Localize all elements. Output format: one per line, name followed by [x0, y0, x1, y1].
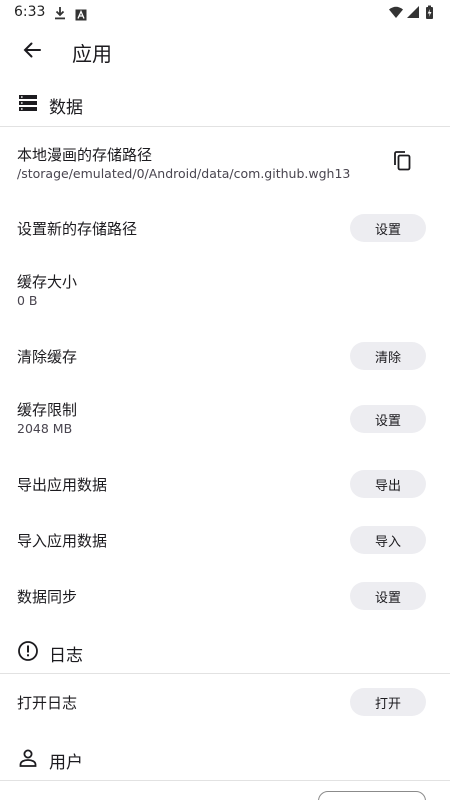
setting-import-data: 导入应用数据 导入 [0, 520, 450, 560]
data-sync-button[interactable]: 设置 [350, 582, 426, 610]
import-data-button[interactable]: 导入 [350, 526, 426, 554]
app-bar: 应用 [0, 26, 450, 78]
divider [0, 780, 450, 781]
setting-cache-limit: 缓存限制 2048 MB 设置 [0, 392, 450, 444]
status-icons [388, 5, 436, 25]
setting-cache-size: 缓存大小 0 B [0, 264, 450, 316]
setting-title: 导入应用数据 [17, 532, 108, 550]
section-header-user: 用户 [0, 737, 450, 781]
battery-icon [426, 5, 433, 19]
partial-outlined-button[interactable] [318, 791, 426, 800]
setting-value: /storage/emulated/0/Android/data/com.git… [17, 166, 351, 181]
setting-title: 数据同步 [17, 588, 78, 606]
setting-clear-cache: 清除缓存 清除 [0, 336, 450, 376]
a-box-icon [75, 6, 87, 25]
clear-cache-button[interactable]: 清除 [350, 342, 426, 370]
setting-value: 0 B [17, 293, 38, 308]
setting-title: 导出应用数据 [17, 476, 108, 494]
storage-icon [17, 92, 39, 114]
signal-icon [407, 6, 419, 18]
setting-title: 清除缓存 [17, 348, 78, 366]
section-title: 日志 [49, 646, 83, 666]
setting-title: 本地漫画的存储路径 [17, 146, 153, 164]
setting-open-log: 打开日志 打开 [0, 682, 450, 722]
back-button[interactable] [16, 36, 48, 68]
export-data-button[interactable]: 导出 [350, 470, 426, 498]
page-title: 应用 [72, 42, 112, 66]
setting-title: 缓存大小 [17, 273, 78, 291]
setting-value: 2048 MB [17, 421, 73, 436]
section-title: 用户 [49, 753, 83, 773]
section-header-log: 日志 [0, 630, 450, 674]
set-storage-path-button[interactable]: 设置 [350, 214, 426, 242]
divider [0, 126, 450, 127]
setting-export-data: 导出应用数据 导出 [0, 464, 450, 504]
download-icon [54, 5, 66, 24]
arrow-left-icon [22, 40, 42, 64]
setting-title: 缓存限制 [17, 401, 78, 419]
status-bar: 6:33 [0, 0, 450, 26]
setting-title: 打开日志 [17, 694, 78, 712]
wifi-icon [389, 6, 403, 18]
divider [0, 673, 450, 674]
setting-title: 设置新的存储路径 [17, 220, 138, 238]
section-header-data: 数据 [0, 82, 450, 126]
error-outline-icon [17, 640, 39, 662]
copy-icon [391, 150, 413, 176]
copy-button[interactable] [388, 149, 416, 177]
section-title: 数据 [49, 98, 83, 118]
setting-new-storage-path: 设置新的存储路径 设置 [0, 208, 450, 248]
setting-data-sync: 数据同步 设置 [0, 576, 450, 616]
open-log-button[interactable]: 打开 [350, 688, 426, 716]
status-time: 6:33 [14, 4, 46, 20]
cache-limit-button[interactable]: 设置 [350, 405, 426, 433]
setting-local-storage-path: 本地漫画的存储路径 /storage/emulated/0/Android/da… [0, 136, 450, 192]
person-outline-icon [17, 747, 39, 769]
